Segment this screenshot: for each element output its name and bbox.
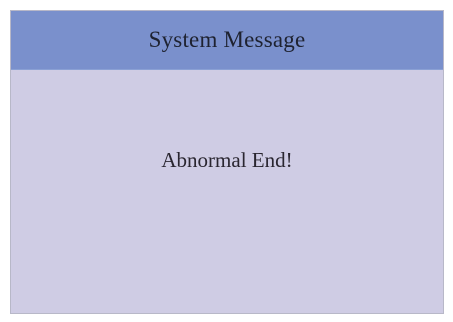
- system-message-dialog: System Message Abnormal End!: [10, 10, 444, 314]
- dialog-title: System Message: [148, 27, 306, 52]
- dialog-title-bar: System Message: [11, 11, 443, 70]
- dialog-body: Abnormal End!: [11, 70, 443, 313]
- dialog-message: Abnormal End!: [161, 148, 293, 172]
